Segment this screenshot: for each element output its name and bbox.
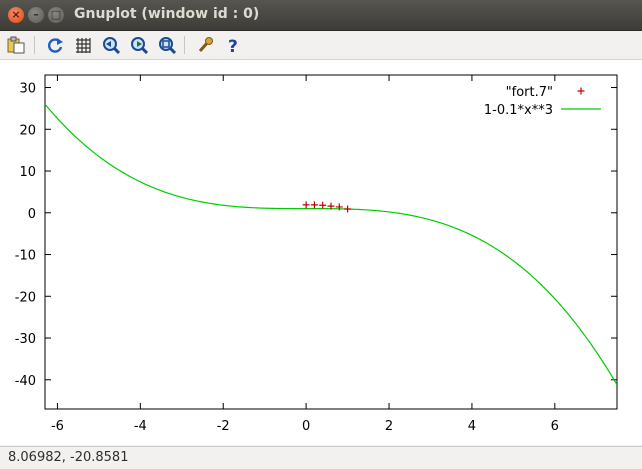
copy-to-clipboard-button[interactable] [5,34,27,56]
refresh-icon [48,38,63,53]
next-zoom-button[interactable] [128,34,150,56]
data-point-marker [344,205,352,213]
question-icon: ? [228,37,238,54]
minimize-window-button[interactable]: – [28,7,44,23]
toolbar: ? [0,31,642,60]
mouse-coordinates: 8.06982, -20.8581 [8,450,129,465]
replot-button[interactable] [44,34,66,56]
legend-label-function: 1-0.1*x**3 [484,103,553,118]
function-curve [45,103,617,386]
data-point-marker [319,201,327,209]
plot-canvas[interactable]: -6 -4 -2 0 2 4 63020100-10-20-30-40"fort.7"1-0… [0,60,642,445]
y-tick-label: 0 [28,207,36,222]
toolbar-separator [34,36,35,54]
close-window-button[interactable]: × [8,7,24,23]
toolbar-separator [184,36,185,54]
y-tick-label: -30 [15,332,36,347]
y-tick-label: -20 [15,290,36,305]
legend-label-fort7: "fort.7" [506,85,553,100]
zoom-back-icon [103,37,120,54]
data-point-marker [310,201,318,209]
x-tick-label: 6 [551,419,559,434]
x-tick-label: 4 [468,419,476,434]
y-tick-label: -10 [15,249,36,264]
previous-zoom-button[interactable] [100,34,122,56]
zoom-forward-icon [131,37,148,54]
status-bar: 8.06982, -20.8581 [0,446,642,469]
grid-icon [76,38,91,53]
x-tick-label: -4 [134,419,147,434]
wrench-icon [198,37,213,52]
help-button[interactable]: ? [222,34,244,56]
svg-text:?: ? [228,37,238,54]
gnuplot-window: × – □ Gnuplot (window id : 0) ? -6 -4 -2… [0,0,642,469]
plot-border [44,74,618,410]
x-tick-label: -2 [217,419,230,434]
plot-area[interactable]: -6 -4 -2 0 2 4 6 30 20 10 0 -10 -20 -30 -40 "fort.7" 1-0… [0,60,642,445]
autoscale-button[interactable] [156,34,178,56]
y-tick-label: 20 [19,123,36,138]
title-bar[interactable]: × – □ Gnuplot (window id : 0) [0,0,642,31]
window-title: Gnuplot (window id : 0) [74,6,260,22]
x-tick-label: 2 [385,419,393,434]
maximize-window-button[interactable]: □ [48,7,64,23]
clipboard-icon [7,36,25,54]
y-tick-label: 10 [19,165,36,180]
y-tick-label: -40 [15,374,36,389]
legend-marker-fort7 [577,87,585,95]
toggle-grid-button[interactable] [72,34,94,56]
preferences-button[interactable] [194,34,216,56]
x-tick-label: 0 [302,419,310,434]
zoom-fit-icon [159,37,176,54]
y-tick-label: 30 [19,82,36,97]
x-tick-label: -6 [51,419,64,434]
data-point-marker [302,201,310,209]
